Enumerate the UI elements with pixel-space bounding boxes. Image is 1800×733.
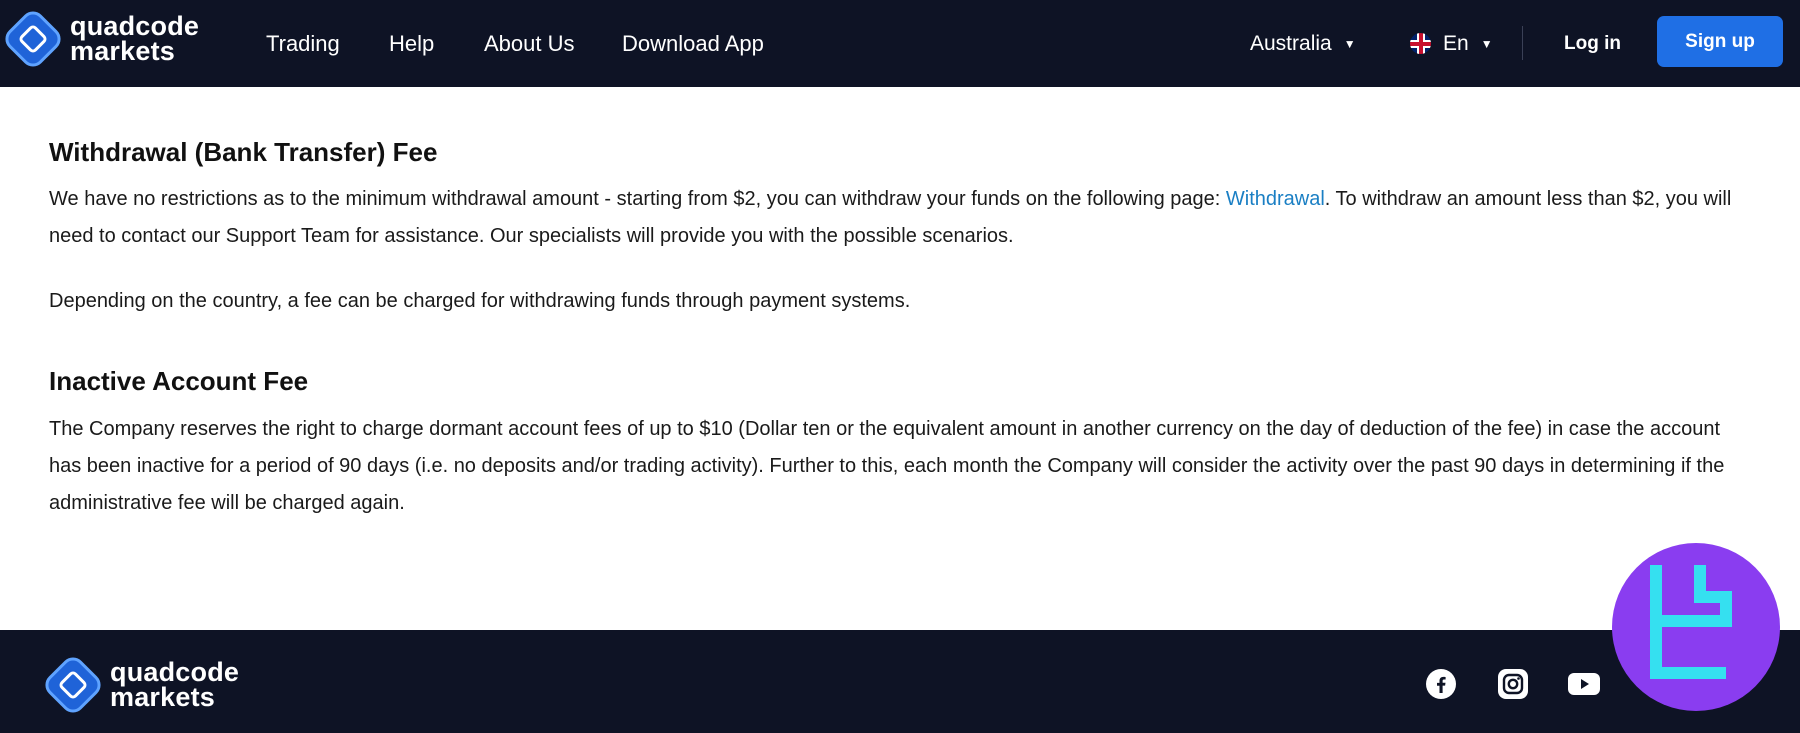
quadcode-logo-icon xyxy=(0,6,66,72)
youtube-icon[interactable] xyxy=(1568,668,1600,700)
payment-systems-fee-paragraph: Depending on the country, a fee can be c… xyxy=(49,290,911,312)
inactive-account-fee-heading: Inactive Account Fee xyxy=(49,366,309,396)
watermark-badge xyxy=(1612,543,1780,711)
brand-name-line2: markets xyxy=(110,682,215,712)
instagram-icon[interactable] xyxy=(1497,668,1529,700)
language-selector[interactable]: En ▼ xyxy=(1410,0,1493,87)
region-selector[interactable]: Australia ▼ xyxy=(1250,0,1356,87)
withdrawal-fee-paragraph: We have no restrictions as to the minimu… xyxy=(49,188,1732,247)
uk-flag-icon xyxy=(1410,33,1431,54)
nav-trading[interactable]: Trading xyxy=(266,31,340,57)
header-divider xyxy=(1522,26,1523,60)
footer xyxy=(0,630,1800,733)
nav-about-us[interactable]: About Us xyxy=(484,31,575,57)
withdrawal-link[interactable]: Withdrawal xyxy=(1226,188,1325,210)
nav-help[interactable]: Help xyxy=(389,31,434,57)
language-label: En xyxy=(1443,31,1469,55)
inactive-account-fee-paragraph: The Company reserves the right to charge… xyxy=(49,418,1725,514)
signup-button[interactable]: Sign up xyxy=(1657,16,1783,67)
withdrawal-fee-heading: Withdrawal (Bank Transfer) Fee xyxy=(49,137,438,167)
footer-brand-logo[interactable]: quadcode markets xyxy=(40,652,239,718)
brand-name-line2: markets xyxy=(70,36,175,66)
caret-down-icon: ▼ xyxy=(1343,36,1356,51)
login-button[interactable]: Log in xyxy=(1564,0,1621,87)
caret-down-icon: ▼ xyxy=(1480,36,1493,51)
facebook-icon[interactable] xyxy=(1425,668,1457,700)
nav-download-app[interactable]: Download App xyxy=(622,31,764,57)
region-label: Australia xyxy=(1250,31,1332,55)
brand-logo[interactable]: quadcode markets xyxy=(0,6,199,72)
quadcode-logo-icon xyxy=(40,652,106,718)
tc-logo-icon xyxy=(1650,565,1732,679)
